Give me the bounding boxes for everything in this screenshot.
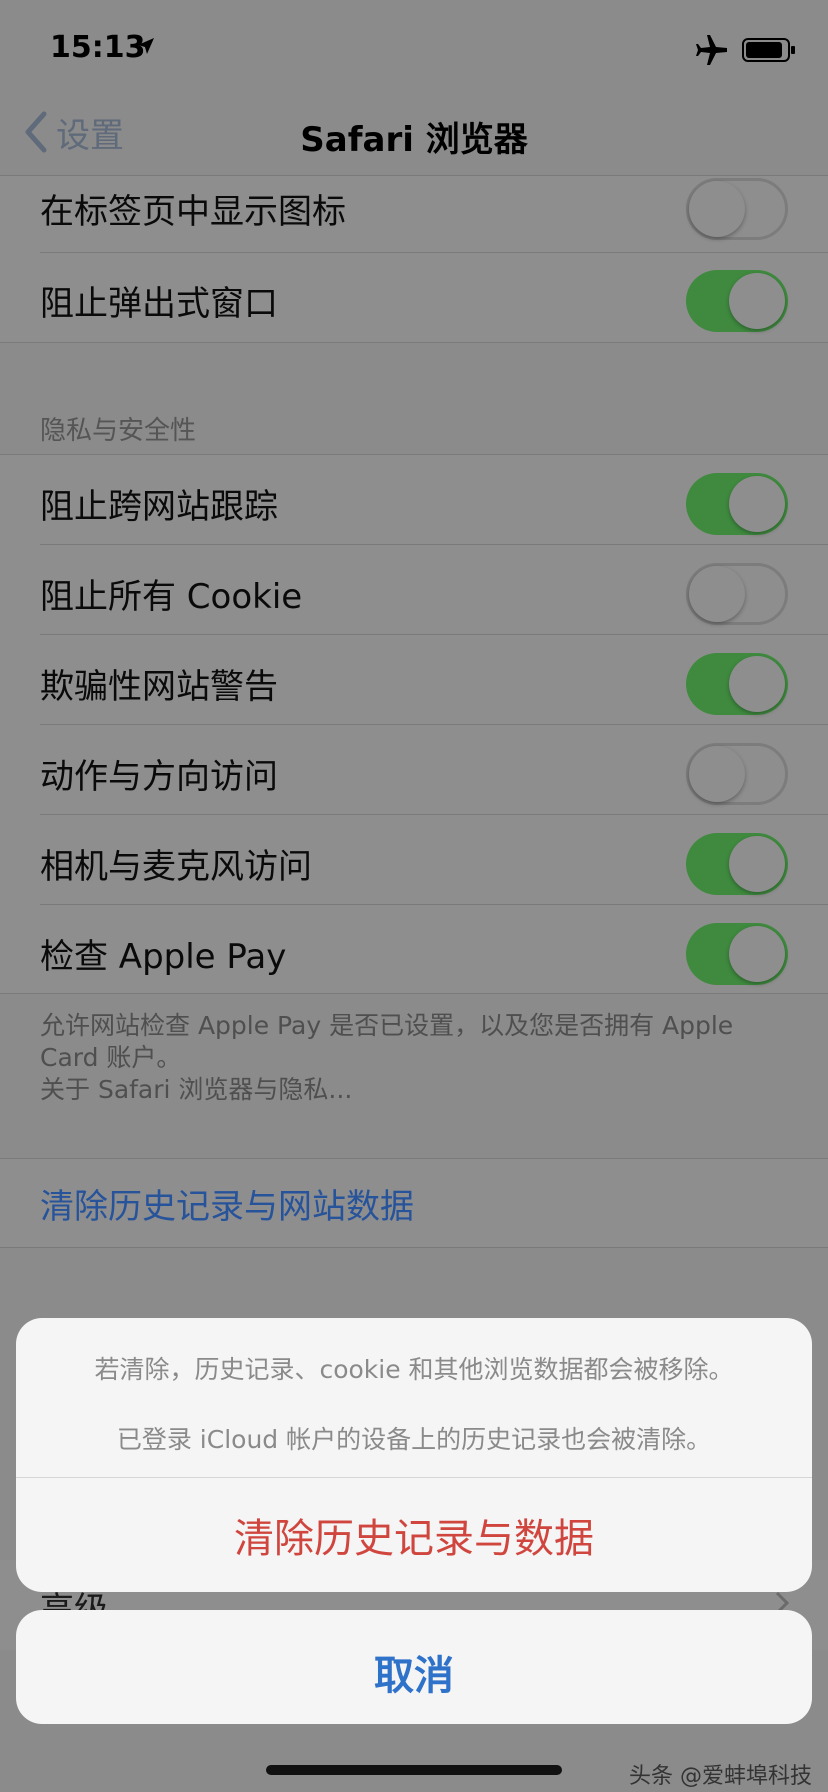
row-label: 相机与麦克风访问 [40, 847, 312, 887]
prevent-cross-site-tracking-toggle[interactable] [686, 473, 788, 535]
privacy-footer-text-2: Card 账户。 [40, 1043, 182, 1072]
check-apple-pay-toggle[interactable] [686, 923, 788, 985]
about-privacy-link[interactable]: 关于 Safari 浏览器与隐私... [40, 1074, 780, 1106]
row-label: 阻止跨网站跟踪 [40, 487, 278, 527]
toggle-knob [689, 566, 745, 622]
row-label: 检查 Apple Pay [40, 937, 287, 977]
divider [0, 993, 828, 994]
divider [16, 1477, 812, 1478]
row-label: 阻止弹出式窗口 [40, 284, 278, 324]
list-item: 阻止所有 Cookie [0, 545, 828, 635]
toggle-knob [689, 746, 745, 802]
general-group: 在标签页中显示图标 阻止弹出式窗口 [0, 176, 828, 342]
divider [0, 342, 828, 343]
home-indicator[interactable] [266, 1765, 562, 1775]
airplane-mode-icon [696, 35, 727, 65]
privacy-footer-text: 允许网站检查 Apple Pay 是否已设置，以及您是否拥有 Apple [40, 1011, 734, 1040]
row-label: 阻止所有 Cookie [40, 577, 303, 617]
battery-icon [742, 38, 795, 62]
status-bar: 15:13 [0, 0, 828, 90]
list-item: 在标签页中显示图标 [0, 160, 828, 250]
fraudulent-website-warning-toggle[interactable] [686, 653, 788, 715]
camera-microphone-access-toggle[interactable] [686, 833, 788, 895]
clear-history-group: 清除历史记录与网站数据 [0, 1159, 828, 1247]
list-item: 动作与方向访问 [0, 725, 828, 815]
toggle-knob [729, 836, 785, 892]
watermark: 头条 @爱蚌埠科技 [629, 1764, 812, 1789]
status-time: 15:13 [50, 30, 146, 65]
location-arrow-icon [138, 38, 154, 54]
toggle-knob [729, 273, 785, 329]
row-label: 欺骗性网站警告 [40, 667, 278, 707]
block-popups-toggle[interactable] [686, 270, 788, 332]
row-label: 动作与方向访问 [40, 757, 278, 797]
list-item: 检查 Apple Pay [0, 905, 828, 995]
block-all-cookies-toggle[interactable] [686, 563, 788, 625]
toggle-knob [689, 181, 745, 237]
list-item: 阻止跨网站跟踪 [0, 455, 828, 545]
section-header-privacy: 隐私与安全性 [40, 416, 197, 446]
list-item: 阻止弹出式窗口 [0, 252, 828, 342]
row-label: 在标签页中显示图标 [40, 192, 346, 232]
clear-history-and-data-button[interactable]: 清除历史记录与数据 [16, 1506, 812, 1564]
clear-history-row[interactable]: 清除历史记录与网站数据 [40, 1179, 414, 1228]
page-title: Safari 浏览器 [300, 120, 528, 160]
toggle-knob [729, 656, 785, 712]
divider [0, 1247, 828, 1248]
show-icons-toggle[interactable] [686, 178, 788, 240]
safari-settings-screen: 15:13 设置 Safari 浏览器 在标签页中显示图标 阻止弹出式窗口 隐私… [0, 0, 828, 1792]
toggle-knob [729, 926, 785, 982]
motion-orientation-access-toggle[interactable] [686, 743, 788, 805]
toggle-knob [729, 476, 785, 532]
action-sheet-message-2: 已登录 iCloud 帐户的设备上的历史记录也会被清除。 [116, 1425, 712, 1454]
action-sheet: 若清除，历史记录、cookie 和其他浏览数据都会被移除。 已登录 iCloud… [16, 1318, 812, 1592]
list-item: 相机与麦克风访问 [0, 815, 828, 905]
action-sheet-message-1: 若清除，历史记录、cookie 和其他浏览数据都会被移除。 [94, 1355, 734, 1384]
privacy-group: 阻止跨网站跟踪 阻止所有 Cookie 欺骗性网站警告 动作与方向访问 相机与麦… [0, 455, 828, 993]
cancel-button[interactable]: 取消 [16, 1643, 812, 1701]
cancel-sheet[interactable]: 取消 [16, 1610, 812, 1724]
list-item: 欺骗性网站警告 [0, 635, 828, 725]
